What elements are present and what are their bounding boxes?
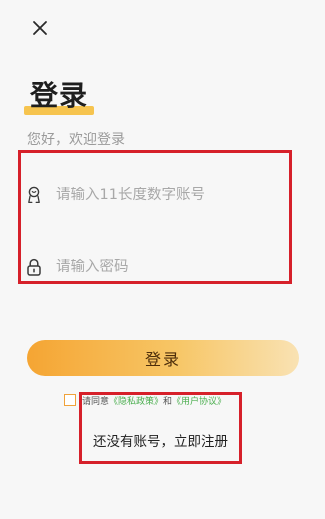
page-title: 登录 (30, 79, 89, 112)
lock-icon (26, 258, 42, 276)
register-highlight-box (79, 392, 242, 464)
welcome-text: 您好，欢迎登录 (27, 132, 125, 148)
agreement-checkbox[interactable] (64, 394, 76, 406)
password-input[interactable] (56, 259, 276, 275)
login-button[interactable]: 登录 (27, 340, 299, 376)
register-link[interactable]: 还没有账号，立即注册 (79, 430, 242, 450)
close-button[interactable] (28, 16, 52, 40)
account-input[interactable] (56, 187, 276, 203)
password-field-row (26, 252, 294, 282)
account-field-row (26, 180, 294, 210)
title-block: 登录 (24, 79, 94, 120)
user-icon (26, 186, 42, 204)
close-icon (33, 21, 47, 35)
